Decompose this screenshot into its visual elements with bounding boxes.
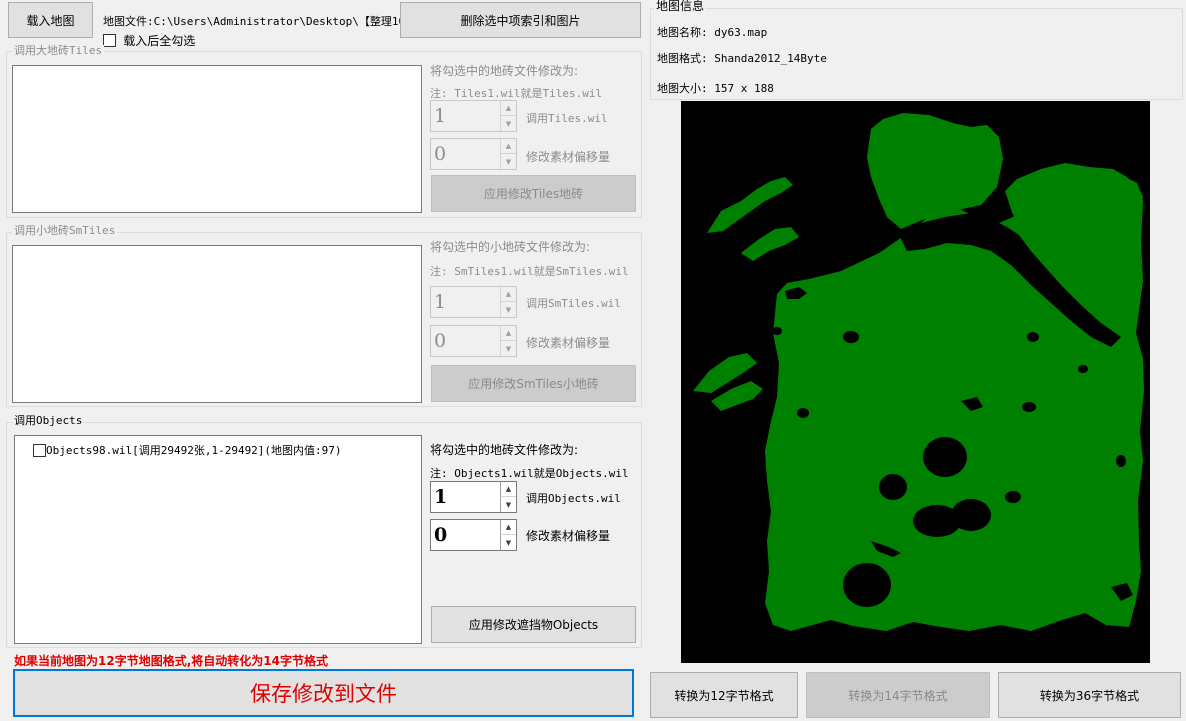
- list-item-label: Objects98.wil[调用29492张,1-29492](地图内值:97): [46, 444, 342, 457]
- select-all-checkbox-label: 载入后全勾选: [123, 34, 196, 48]
- tiles-offset-label: 修改素材偏移量: [526, 150, 611, 164]
- spin-down-icon[interactable]: ▼: [500, 116, 516, 131]
- map-size: 地图大小: 157 x 188: [657, 82, 774, 95]
- tiles-note: 注: Tiles1.wil就是Tiles.wil: [430, 87, 603, 100]
- map-format: 地图格式: Shanda2012_14Byte: [657, 52, 827, 65]
- apply-tiles-button[interactable]: 应用修改Tiles地砖: [431, 175, 636, 212]
- objects-group-title: 调用Objects: [12, 414, 85, 427]
- spin-down-icon[interactable]: ▼: [500, 302, 516, 317]
- load-map-button[interactable]: 载入地图: [8, 2, 93, 38]
- delete-selected-button[interactable]: 删除选中项索引和图片: [400, 2, 641, 38]
- smtiles-index-value: 1: [434, 291, 447, 313]
- tiles-index-label: 调用Tiles.wil: [526, 112, 608, 125]
- objects-index-spinner[interactable]: 1 ▲ ▼: [430, 481, 517, 513]
- smtiles-offset-value: 0: [434, 330, 447, 352]
- objects-index-label: 调用Objects.wil: [526, 492, 621, 505]
- objects-modify-label: 将勾选中的地砖文件修改为:: [430, 443, 579, 457]
- select-all-checkbox-row[interactable]: 载入后全勾选: [103, 32, 195, 49]
- spin-down-icon[interactable]: ▼: [500, 497, 516, 512]
- objects-listbox[interactable]: Objects98.wil[调用29492张,1-29492](地图内值:97): [14, 435, 422, 644]
- tiles-group-title: 调用大地砖Tiles: [12, 44, 105, 57]
- spin-down-icon[interactable]: ▼: [500, 535, 516, 550]
- spin-up-icon[interactable]: ▲: [500, 520, 516, 535]
- map-info-title: 地图信息: [654, 0, 707, 13]
- tiles-index-spinner[interactable]: 1 ▲ ▼: [430, 100, 517, 132]
- map-preview-image: [693, 113, 1144, 631]
- spin-up-icon[interactable]: ▲: [500, 101, 516, 116]
- convert-36-byte-button[interactable]: 转换为36字节格式: [998, 672, 1181, 718]
- tiles-listbox[interactable]: [12, 65, 422, 213]
- spin-down-icon[interactable]: ▼: [500, 341, 516, 356]
- smtiles-offset-spinner[interactable]: 0 ▲ ▼: [430, 325, 517, 357]
- smtiles-offset-label: 修改素材偏移量: [526, 336, 611, 350]
- spin-up-icon[interactable]: ▲: [500, 139, 516, 154]
- smtiles-group-title: 调用小地砖SmTiles: [12, 224, 118, 237]
- apply-smtiles-button[interactable]: 应用修改SmTiles小地砖: [431, 365, 636, 402]
- map-preview[interactable]: [681, 101, 1150, 663]
- list-item[interactable]: Objects98.wil[调用29492张,1-29492](地图内值:97): [33, 442, 342, 458]
- spin-down-icon[interactable]: ▼: [500, 154, 516, 169]
- tiles-modify-label: 将勾选中的地砖文件修改为:: [430, 64, 579, 78]
- list-item-checkbox[interactable]: [33, 443, 46, 457]
- convert-12-byte-button[interactable]: 转换为12字节格式: [650, 672, 798, 718]
- select-all-checkbox[interactable]: [103, 34, 116, 47]
- tiles-offset-spinner[interactable]: 0 ▲ ▼: [430, 138, 517, 170]
- smtiles-listbox[interactable]: [12, 245, 422, 403]
- spin-up-icon[interactable]: ▲: [500, 287, 516, 302]
- smtiles-index-spinner[interactable]: 1 ▲ ▼: [430, 286, 517, 318]
- format-warning: 如果当前地图为12字节地图格式,将自动转化为14字节格式: [14, 654, 328, 668]
- apply-objects-button[interactable]: 应用修改遮挡物Objects: [431, 606, 636, 643]
- smtiles-note: 注: SmTiles1.wil就是SmTiles.wil: [430, 265, 629, 278]
- save-to-file-button[interactable]: 保存修改到文件: [13, 669, 634, 717]
- objects-offset-spinner[interactable]: 0 ▲ ▼: [430, 519, 517, 551]
- tiles-offset-value: 0: [434, 143, 447, 165]
- spin-up-icon[interactable]: ▲: [500, 482, 516, 497]
- map-file-path: 地图文件:C:\Users\Administrator\Desktop\【整理1…: [103, 15, 417, 28]
- smtiles-modify-label: 将勾选中的小地砖文件修改为:: [430, 240, 591, 254]
- objects-index-value: 1: [434, 486, 448, 508]
- objects-offset-label: 修改素材偏移量: [526, 529, 611, 543]
- map-name: 地图名称: dy63.map: [657, 26, 768, 39]
- objects-note: 注: Objects1.wil就是Objects.wil: [430, 467, 629, 480]
- convert-14-byte-button[interactable]: 转换为14字节格式: [806, 672, 990, 718]
- tiles-index-value: 1: [434, 105, 447, 127]
- objects-offset-value: 0: [434, 524, 448, 546]
- spin-up-icon[interactable]: ▲: [500, 326, 516, 341]
- smtiles-index-label: 调用SmTiles.wil: [526, 297, 621, 310]
